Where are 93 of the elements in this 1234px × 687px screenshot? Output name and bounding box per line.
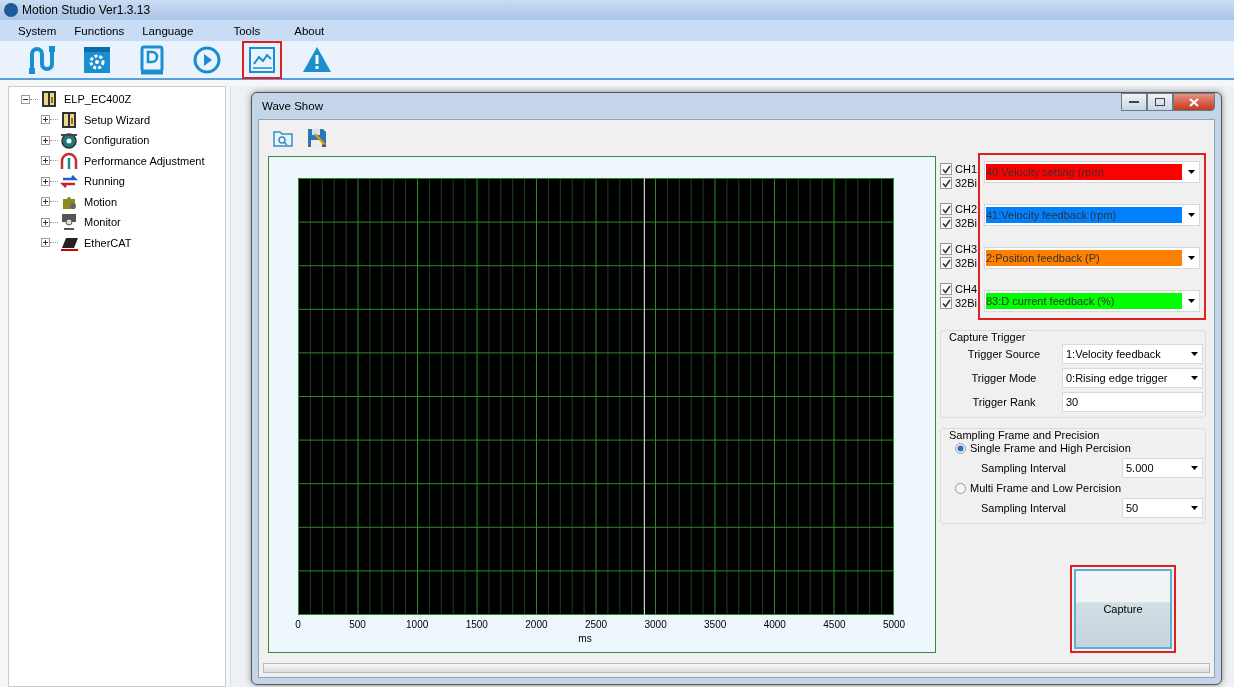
- axis-tick-label: 2000: [525, 619, 548, 630]
- collapse-toggle[interactable]: [21, 94, 30, 104]
- group-title: Sampling Frame and Precision: [949, 429, 1101, 441]
- dropdown[interactable]: 5.000: [1122, 458, 1203, 478]
- dropdown[interactable]: 0:Rising edge trigger: [1062, 368, 1203, 388]
- dropdown-caret-icon: [1191, 352, 1198, 356]
- radio-option[interactable]: Multi Frame and Low Percision: [955, 482, 1205, 494]
- axis-tick-label: 500: [349, 619, 366, 630]
- field-label: Trigger Source: [966, 348, 1042, 360]
- field-label: Trigger Mode: [970, 372, 1038, 384]
- cable-icon: [26, 43, 58, 76]
- expand-toggle[interactable]: [41, 238, 50, 248]
- tree-item[interactable]: Setup Wizard: [84, 113, 151, 126]
- menu-item[interactable]: About: [294, 24, 325, 37]
- axis-tick-label: 3500: [704, 619, 727, 630]
- close-icon: [1189, 97, 1199, 107]
- axis-tick-label: 3000: [644, 619, 667, 630]
- field-label: Trigger Rank: [971, 396, 1037, 408]
- toolbar-button[interactable]: [242, 40, 282, 79]
- bit-label: 32Bi: [955, 297, 978, 309]
- channel-label: CH2: [955, 203, 977, 215]
- channel-label: CH3: [955, 243, 977, 255]
- tree-item[interactable]: Performance Adjustment: [84, 154, 205, 167]
- bit-label: 32Bi: [955, 257, 978, 269]
- minimize-button[interactable]: [1121, 93, 1147, 111]
- axis-tick-label: 1500: [465, 619, 488, 630]
- tree-item[interactable]: ELP_EC400Z: [64, 93, 132, 106]
- checkbox[interactable]: [940, 177, 952, 189]
- monitor-icon: [60, 213, 78, 232]
- tree-item[interactable]: Configuration: [84, 134, 150, 147]
- dropdown-caret-icon: [1191, 376, 1198, 380]
- device-icon: [40, 90, 58, 109]
- dropdown[interactable]: 1:Velocity feedback: [1062, 344, 1203, 364]
- tree-item[interactable]: EtherCAT: [84, 236, 132, 249]
- field-label: Sampling Interval: [981, 502, 1067, 514]
- dropdown-caret-icon: [1188, 299, 1195, 303]
- input-field[interactable]: 30: [1062, 392, 1203, 412]
- axis-tick-label: 4500: [823, 619, 846, 630]
- menu-item[interactable]: Functions: [74, 24, 125, 37]
- expand-toggle[interactable]: [41, 197, 50, 207]
- axis-tick-label: 5000: [882, 619, 906, 630]
- folder-search-icon[interactable]: [273, 129, 293, 147]
- expand-toggle[interactable]: [41, 176, 50, 186]
- group-title: Capture Trigger: [949, 331, 1027, 343]
- capture-button[interactable]: Capture: [1074, 569, 1172, 649]
- channel-label: CH1: [955, 163, 977, 175]
- channel-dropdown[interactable]: 2:Position feedback (P): [984, 247, 1200, 269]
- bit-label: 32Bi: [955, 177, 978, 189]
- window-title: Motion Studio Ver1.3.13: [22, 3, 151, 17]
- checkbox[interactable]: [940, 297, 952, 309]
- bit-label: 32Bi: [955, 217, 978, 229]
- menu-item[interactable]: System: [18, 24, 57, 37]
- tree-item[interactable]: Motion: [84, 195, 118, 208]
- checkbox[interactable]: [940, 283, 952, 295]
- dropdown-caret-icon: [1188, 213, 1195, 217]
- checkbox[interactable]: [940, 257, 952, 269]
- gauge-icon: [60, 151, 78, 170]
- menu-item[interactable]: Tools: [233, 24, 261, 37]
- field-label: Sampling Interval: [981, 462, 1067, 474]
- axis-tick-label: 2500: [584, 619, 608, 630]
- dropdown-caret-icon: [1188, 256, 1195, 260]
- gear-icon: [60, 131, 78, 150]
- dropdown-caret-icon: [1191, 466, 1198, 470]
- app-logo-icon: [4, 3, 18, 17]
- axis-tick-label: 4000: [763, 619, 786, 630]
- tree-item[interactable]: Running: [84, 175, 125, 188]
- expand-toggle[interactable]: [41, 135, 50, 145]
- maximize-icon: [1155, 98, 1165, 106]
- checkbox[interactable]: [940, 163, 952, 175]
- tree-item[interactable]: Monitor: [84, 216, 121, 229]
- dropdown-caret-icon: [1191, 506, 1198, 510]
- close-button[interactable]: [1173, 93, 1215, 111]
- axis-unit-label: ms: [577, 633, 593, 644]
- minimize-icon: [1129, 100, 1139, 104]
- axis-tick-label: 1000: [406, 619, 429, 630]
- checkbox[interactable]: [940, 243, 952, 255]
- maximize-button[interactable]: [1147, 93, 1173, 111]
- device-icon: [60, 110, 78, 129]
- checkbox[interactable]: [940, 217, 952, 229]
- channel-dropdown[interactable]: 83:D current feedback (%): [984, 290, 1200, 312]
- axis-tick-label: 0: [295, 619, 301, 630]
- checkbox[interactable]: [940, 203, 952, 215]
- expand-toggle[interactable]: [41, 115, 50, 125]
- channel-label: CH4: [955, 283, 977, 295]
- dropdown-caret-icon: [1188, 170, 1195, 174]
- expand-toggle[interactable]: [41, 156, 50, 166]
- dropdown[interactable]: 50: [1122, 498, 1203, 518]
- window-title: Wave Show: [262, 100, 323, 112]
- expand-toggle[interactable]: [41, 217, 50, 227]
- radio-option[interactable]: Single Frame and High Percision: [955, 442, 1205, 454]
- save-icon[interactable]: [307, 128, 327, 148]
- horizontal-scrollbar[interactable]: [263, 663, 1210, 673]
- menu-item[interactable]: Language: [142, 24, 194, 37]
